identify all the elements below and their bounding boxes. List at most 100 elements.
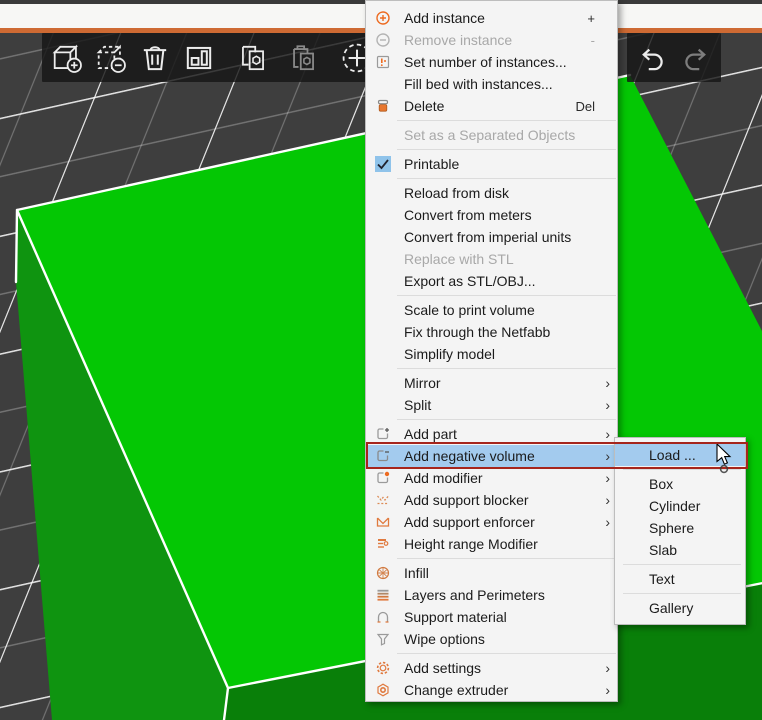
menu-item-add-part[interactable]: Add part › [366,423,617,445]
undo-button[interactable] [630,37,672,79]
menu-item-label: Support material [404,609,617,625]
submenu-arrow-icon: › [605,471,610,485]
cube-minus-icon [374,448,392,464]
submenu-item-load[interactable]: Load ... [615,444,745,466]
menu-item-add-support-blocker[interactable]: Add support blocker › [366,489,617,511]
submenu-item-cylinder[interactable]: Cylinder [615,495,745,517]
menu-item-shortcut: Del [575,99,595,114]
menu-item-label: Add support enforcer [404,514,605,530]
menu-item-label: Add modifier [404,470,605,486]
menu-item-export-as-stl-obj[interactable]: Export as STL/OBJ... [366,270,617,292]
menu-item-label: Split [404,397,605,413]
delete-all-button[interactable] [134,37,176,79]
menu-item-fill-bed[interactable]: Fill bed with instances... [366,73,617,95]
wipe-options-icon [374,631,392,647]
menu-item-fix-through-netfabb[interactable]: Fix through the Netfabb [366,321,617,343]
menu-item-label: Mirror [404,375,605,391]
menu-item-label: Infill [404,565,617,581]
menu-item-label: Convert from imperial units [404,229,617,245]
menu-separator [397,178,616,179]
empty-icon-slot [374,397,392,413]
menu-item-scale-to-print-volume[interactable]: Scale to print volume [366,299,617,321]
paste-button[interactable] [282,37,324,79]
menu-item-mirror[interactable]: Mirror › [366,372,617,394]
menu-item-label: Height range Modifier [404,536,617,552]
menu-item-label: Add instance [404,10,587,26]
menu-item-replace-with-stl[interactable]: Replace with STL [366,248,617,270]
menu-item-add-modifier[interactable]: Add modifier › [366,467,617,489]
set-instances-icon [374,54,392,70]
cube-plus-icon [374,426,392,442]
menu-item-add-support-enforcer[interactable]: Add support enforcer › [366,511,617,533]
layers-icon [374,587,392,603]
empty-icon-slot [374,185,392,201]
menu-item-split[interactable]: Split › [366,394,617,416]
circle-minus-icon [374,32,392,48]
menu-item-set-number-of-instances[interactable]: Set number of instances... [366,51,617,73]
menu-item-label: Add negative volume [404,448,605,464]
empty-icon-slot [374,76,392,92]
menu-separator [397,149,616,150]
remove-object-button[interactable] [90,37,132,79]
submenu-arrow-icon: › [605,493,610,507]
menu-separator [397,368,616,369]
menu-item-add-settings[interactable]: Add settings › [366,657,617,679]
add-object-button[interactable] [46,37,88,79]
empty-icon-slot [374,207,392,223]
empty-icon-slot [374,302,392,318]
menu-item-height-range-modifier[interactable]: Height range Modifier [366,533,617,555]
submenu-arrow-icon: › [605,449,610,463]
empty-icon-slot [374,251,392,267]
submenu-item-box[interactable]: Box [615,473,745,495]
menu-item-infill[interactable]: Infill [366,562,617,584]
menu-item-add-instance[interactable]: Add instance + [366,7,617,29]
menu-item-label: Set as a Separated Objects [404,127,617,143]
menu-item-simplify-model[interactable]: Simplify model [366,343,617,365]
submenu-item-label: Box [649,476,745,492]
menu-item-layers-and-perimeters[interactable]: Layers and Perimeters [366,584,617,606]
add-object-icon [48,39,86,77]
menu-item-label: Delete [404,98,575,114]
empty-icon-slot [374,127,392,143]
submenu-arrow-icon: › [605,376,610,390]
submenu-item-label: Gallery [649,600,745,616]
menu-item-label: Layers and Perimeters [404,587,617,603]
submenu-arrow-icon: › [605,427,610,441]
menu-item-label: Add support blocker [404,492,605,508]
gear-icon [374,660,392,676]
menu-item-shortcut: + [587,11,595,26]
menu-item-add-negative-volume[interactable]: Add negative volume › [366,445,617,467]
menu-separator [397,558,616,559]
submenu-item-gallery[interactable]: Gallery [615,597,745,619]
extruder-icon [374,682,392,698]
submenu-item-text[interactable]: Text [615,568,745,590]
menu-item-delete[interactable]: Delete Del [366,95,617,117]
menu-item-remove-instance[interactable]: Remove instance - [366,29,617,51]
menu-item-label: Convert from meters [404,207,617,223]
menu-separator [623,564,741,565]
menu-item-convert-from-meters[interactable]: Convert from meters [366,204,617,226]
paste-icon [284,39,322,77]
menu-item-wipe-options[interactable]: Wipe options [366,628,617,650]
arrange-button[interactable] [178,37,220,79]
menu-item-reload-from-disk[interactable]: Reload from disk [366,182,617,204]
menu-item-label: Replace with STL [404,251,617,267]
menu-item-shortcut: - [591,33,595,48]
submenu-item-slab[interactable]: Slab [615,539,745,561]
menu-item-label: Scale to print volume [404,302,617,318]
menu-item-label: Fill bed with instances... [404,76,617,92]
menu-item-convert-from-imperial-units[interactable]: Convert from imperial units [366,226,617,248]
submenu-item-sphere[interactable]: Sphere [615,517,745,539]
menu-separator [397,295,616,296]
menu-item-printable[interactable]: Printable [366,153,617,175]
menu-item-set-as-separated-objects[interactable]: Set as a Separated Objects [366,124,617,146]
copy-button[interactable] [232,37,274,79]
submenu-item-label: Slab [649,542,745,558]
menu-item-change-extruder[interactable]: Change extruder › [366,679,617,701]
submenu-arrow-icon: › [605,398,610,412]
menu-item-support-material[interactable]: Support material [366,606,617,628]
infill-icon [374,565,392,581]
redo-button[interactable] [676,37,718,79]
printable-check-icon [374,156,392,172]
menu-item-label: Remove instance [404,32,591,48]
